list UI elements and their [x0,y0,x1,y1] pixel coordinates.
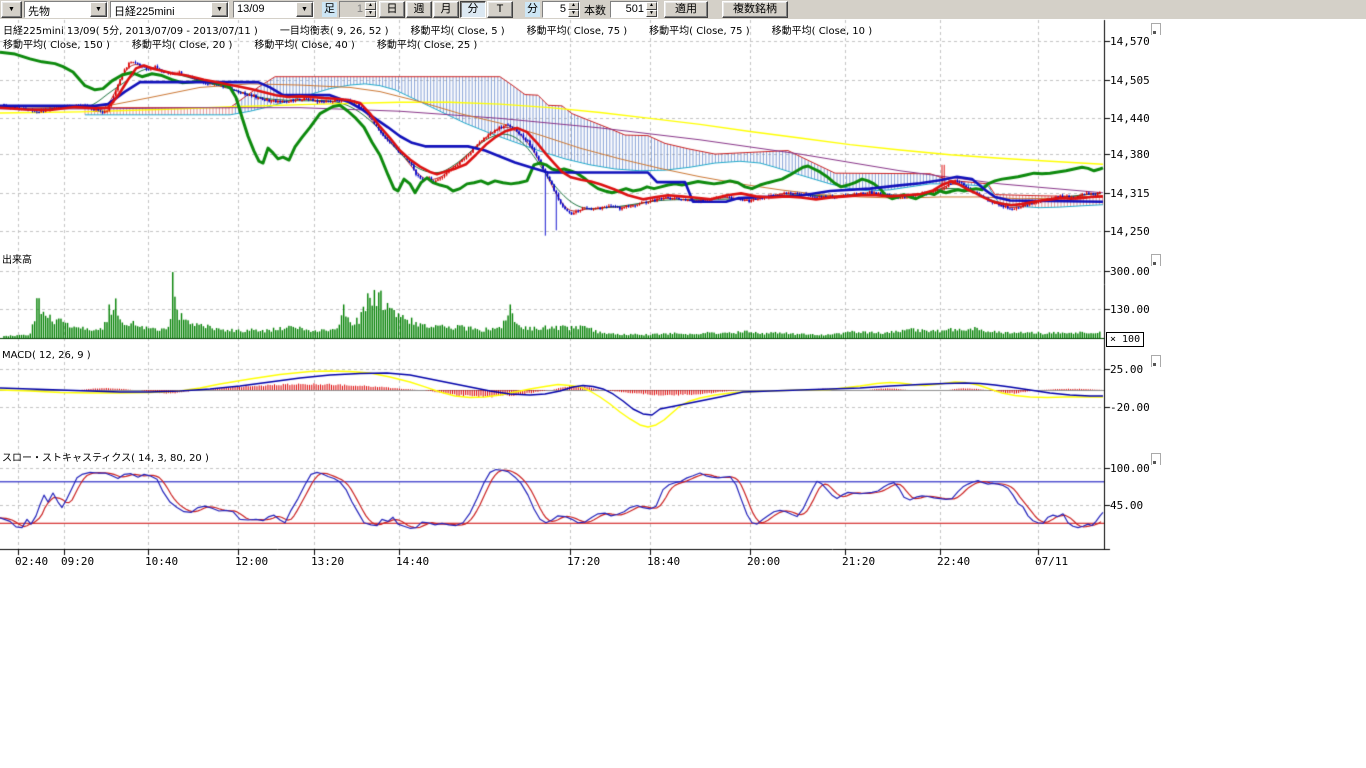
time-axis-label: 13:20 [311,555,344,568]
contract-month-select[interactable]: 13/09 ▼ [233,1,314,18]
volume-panel-label: 出来高 [2,251,32,266]
time-axis-label: 17:20 [567,555,600,568]
panel-scale-handle[interactable] [1151,453,1161,465]
apply-button[interactable]: 適用 [664,1,708,18]
stepper-up-icon[interactable]: ▲ [365,2,376,10]
time-axis-label: 18:40 [647,555,680,568]
stepper-up-icon[interactable]: ▲ [646,2,657,10]
bar-type-label: 足 [322,2,337,17]
legend-item: 移動平均( Close, 20 ) [132,36,232,51]
legend-item: 移動平均( Close, 75 ) [649,22,749,37]
chevron-down-icon: ▼ [8,4,15,15]
time-axis-label: 22:40 [937,555,970,568]
legend-item: 移動平均( Close, 75 ) [527,22,627,37]
bar-count-stepper[interactable]: 501 ▲▼ [610,1,658,18]
legend-row-2: 移動平均( Close, 150 ) 移動平均( Close, 20 ) 移動平均(… [3,36,477,51]
minute-value: 5 [543,2,568,17]
legend-item: 移動平均( Close, 40 ) [254,36,354,51]
chart-canvas[interactable] [0,0,1366,768]
stoch-panel-label: スロー・ストキャスティクス( 14, 3, 80, 20 ) [2,449,209,464]
macd-panel-label: MACD( 12, 26, 9 ) [2,350,91,361]
price-axis-label: 14,440 [1110,112,1150,125]
stepper-up-icon[interactable]: ▲ [568,2,579,10]
legend-item: 一目均衡表( 9, 26, 52 ) [280,22,389,37]
period-button-月[interactable]: 月 [433,1,459,18]
period-button-分[interactable]: 分 [460,1,486,18]
legend-item: 移動平均( Close, 25 ) [377,36,477,51]
stepper-down-icon[interactable]: ▼ [646,10,657,18]
symbol-select[interactable]: 日経225mini ▼ [110,1,229,18]
panel-scale-handle[interactable] [1151,254,1161,266]
toolbar: ▼ 先物 ▼ 日経225mini ▼ 13/09 ▼ 足 1 ▲▼ 日週月分T … [0,0,1366,19]
time-axis-label: 09:20 [61,555,94,568]
stepper-arrows[interactable]: ▲▼ [568,2,579,17]
volume-multiplier-badge: × 100 [1106,332,1144,347]
symbol-select-value: 日経225mini [111,2,211,17]
time-axis-label: 20:00 [747,555,780,568]
app-window: { "toolbar": { "mini_dropdown": "▼", "ma… [0,0,1366,768]
legend-item: 移動平均( Close, 150 ) [3,36,110,51]
multi-symbol-button[interactable]: 複数銘柄 [722,1,788,18]
stepper-arrows[interactable]: ▲▼ [646,2,657,17]
stoch-axis-label: 45.00 [1110,499,1143,512]
market-select-value: 先物 [25,2,90,17]
price-axis-label: 14,250 [1110,225,1150,238]
market-select[interactable]: 先物 ▼ [24,1,108,18]
contract-month-value: 13/09 [234,2,296,17]
time-axis-label: 21:20 [842,555,875,568]
period-button-T[interactable]: T [487,1,513,18]
stepper-down-icon[interactable]: ▼ [568,10,579,18]
macd-axis-label: -20.00 [1110,401,1150,414]
macd-axis-label: 25.00 [1110,363,1143,376]
panel-scale-handle[interactable] [1151,23,1161,35]
period-button-group: 日週月分T [379,1,513,18]
volume-axis-label: 130.00 [1110,303,1150,316]
legend-item: 移動平均( Close, 5 ) [411,22,505,37]
panel-scale-handle[interactable] [1151,355,1161,367]
bar-interval-value: 1 [340,2,365,17]
stoch-axis-label: 100.00 [1110,462,1150,475]
price-axis-label: 14,380 [1110,148,1150,161]
bar-count-label: 本数 [582,1,608,19]
time-axis-label: 02:40 [15,555,48,568]
time-axis-label: 07/11 [1035,555,1068,568]
chevron-down-icon[interactable]: ▼ [296,2,313,17]
time-axis-label: 10:40 [145,555,178,568]
chevron-down-icon[interactable]: ▼ [90,2,107,17]
price-axis-label: 14,505 [1110,74,1150,87]
minute-label: 分 [525,2,540,17]
price-axis-label: 14,315 [1110,187,1150,200]
legend-item: 日経225mini 13/09( 5分, 2013/07/09 - 2013/0… [3,22,258,37]
period-button-週[interactable]: 週 [406,1,432,18]
price-axis-label: 14,570 [1110,35,1150,48]
volume-axis-label: 300.00 [1110,265,1150,278]
minute-stepper[interactable]: 5 ▲▼ [542,1,580,18]
bar-interval-stepper[interactable]: 1 ▲▼ [339,1,377,18]
time-axis-label: 12:00 [235,555,268,568]
period-button-日[interactable]: 日 [379,1,405,18]
chevron-down-icon[interactable]: ▼ [211,2,228,17]
stepper-down-icon[interactable]: ▼ [365,10,376,18]
collapsed-combo-button[interactable]: ▼ [1,1,22,18]
stepper-arrows[interactable]: ▲▼ [365,2,376,17]
bar-count-value: 501 [611,2,646,17]
legend-row-1: 日経225mini 13/09( 5分, 2013/07/09 - 2013/0… [3,22,872,37]
legend-item: 移動平均( Close, 10 ) [772,22,872,37]
time-axis-label: 14:40 [396,555,429,568]
